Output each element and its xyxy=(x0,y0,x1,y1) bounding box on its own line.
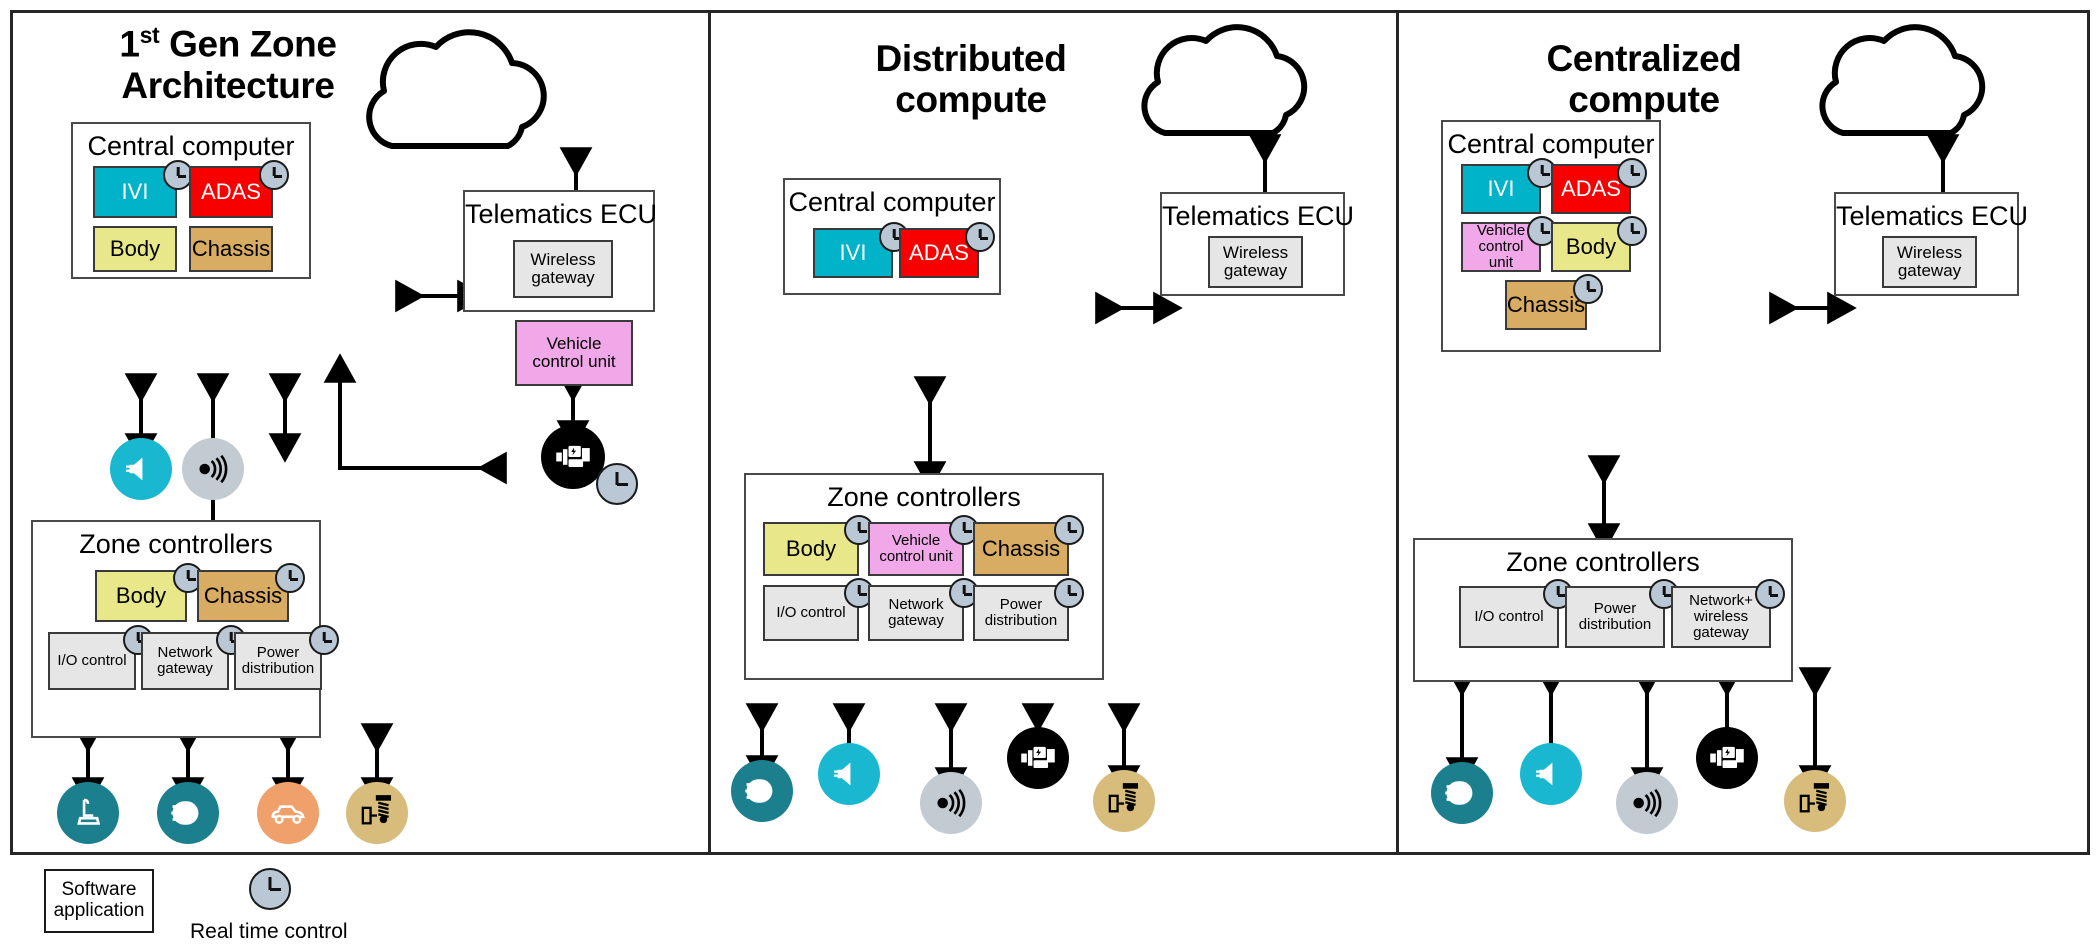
radar-sensor-icon xyxy=(182,438,244,500)
central-computer-label-1: Central computer xyxy=(87,131,295,161)
clock-icon xyxy=(1755,579,1785,609)
zone-controllers-label-1: Zone controllers xyxy=(79,529,273,559)
telematics-ecu-box-1: Telematics ECU Wireless gateway xyxy=(463,190,658,312)
suspension-icon xyxy=(1784,770,1846,832)
clock-icon xyxy=(965,222,995,252)
zone-controllers-label-3: Zone controllers xyxy=(1506,547,1700,577)
clock-icon xyxy=(1054,515,1084,545)
vehicle-control-unit-1[interactable]: Vehicle control unit xyxy=(515,320,633,386)
diagram-root: 1st Gen Zone Architecture Central comput… xyxy=(0,0,2100,951)
clock-icon xyxy=(1573,274,1603,304)
clock-icon xyxy=(1617,158,1647,188)
chip-wireless-gateway-2[interactable]: Wireless gateway xyxy=(1208,236,1303,288)
central-computer-label-3: Central computer xyxy=(1447,129,1655,159)
suspension-icon xyxy=(1093,770,1155,832)
clock-icon xyxy=(1054,578,1084,608)
chip-wireless-gateway-3[interactable]: Wireless gateway xyxy=(1882,236,1977,288)
motor-icon xyxy=(1696,727,1758,789)
speaker-icon xyxy=(110,438,172,500)
headlight-icon xyxy=(1431,762,1493,824)
panel-title-2: Distributed compute xyxy=(875,38,1067,121)
panel-title-3: Centralized compute xyxy=(1546,38,1742,121)
radar-sensor-icon xyxy=(920,772,982,834)
central-computer-box-2: Central computer IVI ADAS xyxy=(783,178,1001,295)
panel-1st-gen-zone-architecture: 1st Gen Zone Architecture Central comput… xyxy=(13,10,708,855)
clock-icon xyxy=(596,463,638,505)
telematics-ecu-label-3: Telematics ECU xyxy=(1836,201,2029,231)
chip-body-1[interactable]: Body xyxy=(93,226,177,272)
speaker-icon xyxy=(818,743,880,805)
zone-controllers-box-3: Zone controllers I/O control Power distr… xyxy=(1413,538,1793,682)
headlight-icon xyxy=(157,782,219,844)
clock-icon xyxy=(259,160,289,190)
telematics-ecu-label-1: Telematics ECU xyxy=(465,199,658,229)
central-computer-box-3: Central computer IVI ADAS Vehicle contro… xyxy=(1441,120,1661,352)
zone-controllers-box-1: Zone controllers Body Chassis I/O contro… xyxy=(31,520,339,738)
headlight-icon xyxy=(731,760,793,822)
suspension-icon xyxy=(346,782,408,844)
legend-software-application-box: Software application xyxy=(44,869,154,933)
central-computer-label-2: Central computer xyxy=(788,187,996,217)
radar-sensor-icon xyxy=(1616,772,1678,834)
panel-centralized-compute: Centralized compute Central computer IVI … xyxy=(1399,10,2087,855)
chip-chassis-1[interactable]: Chassis xyxy=(189,226,273,272)
seat-icon xyxy=(57,782,119,844)
car-body-icon xyxy=(257,782,319,844)
panel-distributed-compute: Distributed compute Central computer IVI … xyxy=(711,10,1396,855)
speaker-icon xyxy=(1520,743,1582,805)
zone-controllers-label-2: Zone controllers xyxy=(827,482,1021,512)
clock-icon xyxy=(249,868,291,910)
clock-icon xyxy=(275,563,305,593)
zone-controllers-box-2: Zone controllers Body Vehicle control un… xyxy=(744,473,1104,680)
panel-title-1: 1st Gen Zone Architecture xyxy=(119,22,337,106)
motor-icon xyxy=(1007,727,1069,789)
telematics-ecu-box-3: Telematics ECU Wireless gateway xyxy=(1834,192,2029,296)
chip-wireless-gateway-1[interactable]: Wireless gateway xyxy=(513,240,613,298)
central-computer-box-1: Central computer IVI ADAS Body Chassis xyxy=(71,122,311,279)
clock-icon xyxy=(309,625,339,655)
clock-icon xyxy=(1617,216,1647,246)
telematics-ecu-box-2: Telematics ECU Wireless gateway xyxy=(1160,192,1355,296)
telematics-ecu-label-2: Telematics ECU xyxy=(1162,201,1355,231)
legend-real-time-control-label: Real time control xyxy=(190,920,348,943)
